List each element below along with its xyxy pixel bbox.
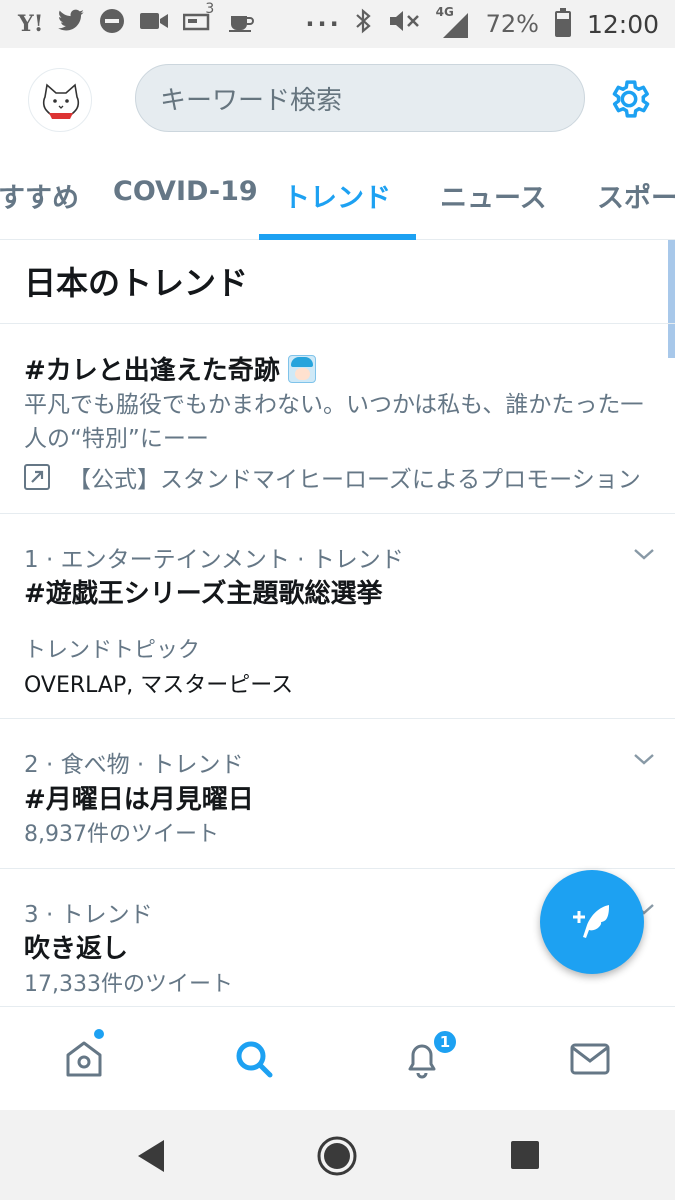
promoted-trend-title[interactable]: #カレと出逢えた奇跡 xyxy=(24,350,316,387)
avatar[interactable] xyxy=(28,68,92,132)
home-new-dot xyxy=(94,1029,104,1039)
app-header: キーワード検索 xyxy=(0,48,675,152)
more-icon: ··· xyxy=(305,10,342,38)
clock: 12:00 xyxy=(586,9,659,39)
bluetooth-icon xyxy=(354,8,372,40)
status-bar: Y! 3 ··· 4G 72% 12:00 xyxy=(0,0,675,48)
do-not-disturb-icon xyxy=(99,8,125,40)
coffee-icon xyxy=(227,8,255,40)
character-emoji-icon xyxy=(287,354,316,383)
scrollbar[interactable] xyxy=(668,240,675,358)
trend-topic-value: OVERLAP, マスターピース xyxy=(24,673,294,698)
trend-topic-label: トレンドトピック xyxy=(24,638,201,663)
signal-4g-icon: 4G xyxy=(436,5,470,39)
active-tab-indicator xyxy=(259,234,416,240)
promoted-trend-name: #カレと出逢えた奇跡 xyxy=(24,356,280,386)
trend-meta: 3 · トレンド xyxy=(24,902,153,928)
messages-icon[interactable] xyxy=(568,1037,612,1081)
trend-name: #遊戯王シリーズ主題歌総選挙 xyxy=(24,579,383,609)
divider xyxy=(0,868,675,869)
video-camera-icon xyxy=(139,10,169,38)
explore-tabs: すすめ COVID-19 トレンド ニュース スポー xyxy=(0,152,675,240)
home-button-icon[interactable] xyxy=(316,1135,358,1177)
tab-covid[interactable]: COVID-19 xyxy=(113,176,258,207)
tab-news[interactable]: ニュース xyxy=(440,176,547,215)
divider xyxy=(0,323,675,324)
trend-name: 吹き返し xyxy=(24,934,129,964)
search-input[interactable]: キーワード検索 xyxy=(135,64,585,132)
trend-meta: 1 · エンターテインメント · トレンド xyxy=(24,547,404,573)
cast-icon: 3 xyxy=(183,1,214,39)
promoted-trend-description: 平凡でも脇役でもかまわない。いつかは私も、誰かたった一人の“特別”にーー xyxy=(24,392,644,452)
search-icon[interactable] xyxy=(232,1037,276,1081)
tab-sports[interactable]: スポー xyxy=(597,176,675,215)
trend-meta: 2 · 食べ物 · トレンド xyxy=(24,752,244,778)
network-type: 4G xyxy=(435,5,454,19)
promoted-by-text: 【公式】スタンドマイヒーローズによるプロモーション xyxy=(68,467,641,493)
twitter-icon xyxy=(57,9,85,39)
battery-percent: 72% xyxy=(485,10,539,38)
promoted-icon xyxy=(24,464,50,490)
mute-icon xyxy=(388,8,420,40)
tab-trends[interactable]: トレンド xyxy=(283,176,391,215)
tweet-count: 17,333件のツイート xyxy=(24,972,233,997)
bottom-nav: 1 xyxy=(0,1006,675,1110)
section-title: 日本のトレンド xyxy=(24,264,249,302)
back-icon[interactable] xyxy=(134,1138,168,1174)
home-icon[interactable] xyxy=(62,1037,106,1081)
notification-count: 3 xyxy=(205,1,215,17)
divider xyxy=(0,718,675,719)
compose-tweet-button[interactable] xyxy=(540,870,644,974)
trend-name: #月曜日は月見曜日 xyxy=(24,785,254,815)
notification-badge: 1 xyxy=(432,1029,458,1055)
gear-icon[interactable] xyxy=(606,76,652,122)
chevron-down-icon[interactable] xyxy=(632,751,656,767)
chevron-down-icon[interactable] xyxy=(632,546,656,562)
compose-feather-icon xyxy=(573,905,609,938)
promoted-by: 【公式】スタンドマイヒーローズによるプロモーション xyxy=(24,460,641,494)
battery-icon xyxy=(554,8,571,37)
recents-icon[interactable] xyxy=(510,1140,540,1170)
tweet-count: 8,937件のツイート xyxy=(24,822,219,847)
tab-recommended[interactable]: すすめ xyxy=(0,176,79,215)
yahoo-icon: Y! xyxy=(18,11,44,37)
divider xyxy=(0,513,675,514)
system-nav-bar xyxy=(0,1110,675,1200)
